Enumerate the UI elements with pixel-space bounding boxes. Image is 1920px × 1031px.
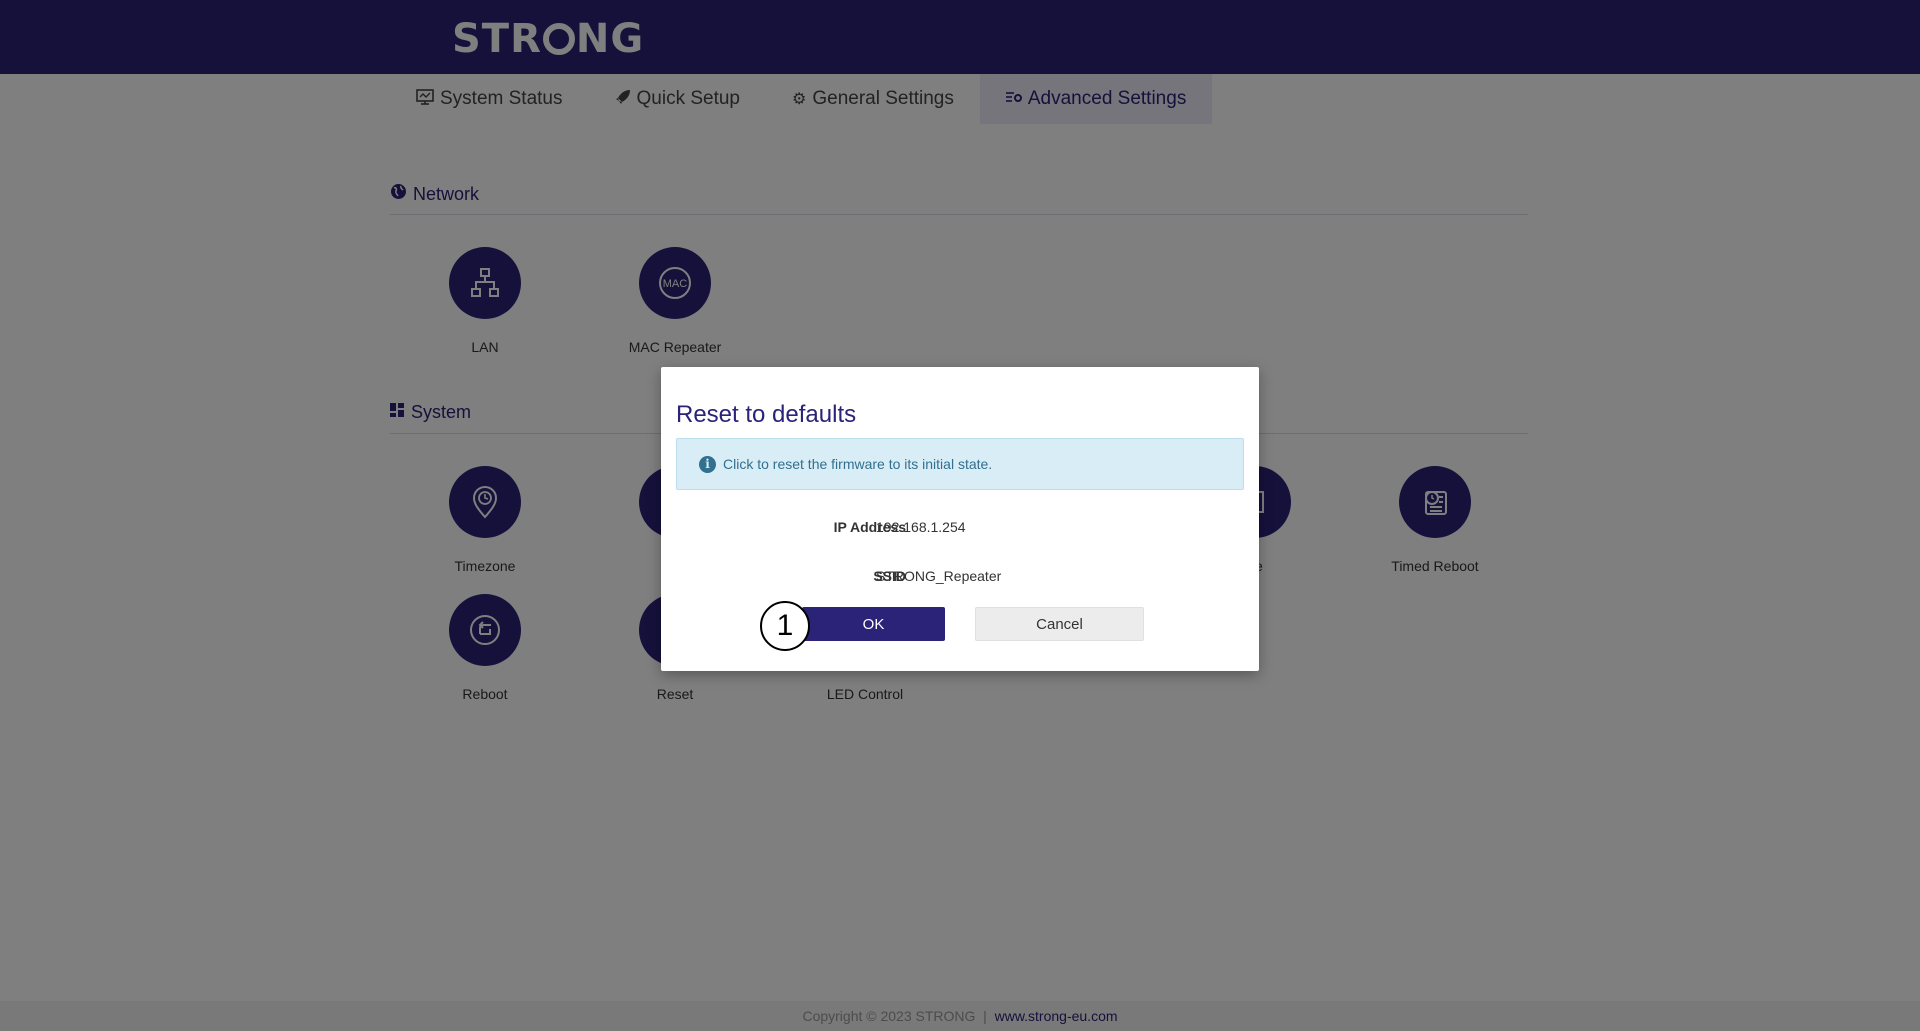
cancel-button[interactable]: Cancel	[975, 607, 1144, 641]
ssid-value: STRONG_Repeater	[876, 568, 1002, 584]
info-text: Click to reset the firmware to its initi…	[723, 456, 993, 472]
ok-button[interactable]: OK	[802, 607, 945, 641]
dialog-title: Reset to defaults	[676, 401, 857, 428]
ip-address-value: 192.168.1.254	[876, 519, 966, 535]
info-alert: i Click to reset the firmware to its ini…	[676, 438, 1244, 490]
info-icon: i	[699, 455, 716, 473]
step-marker: 1	[760, 601, 810, 651]
reset-defaults-dialog: Reset to defaults i Click to reset the f…	[661, 367, 1259, 671]
